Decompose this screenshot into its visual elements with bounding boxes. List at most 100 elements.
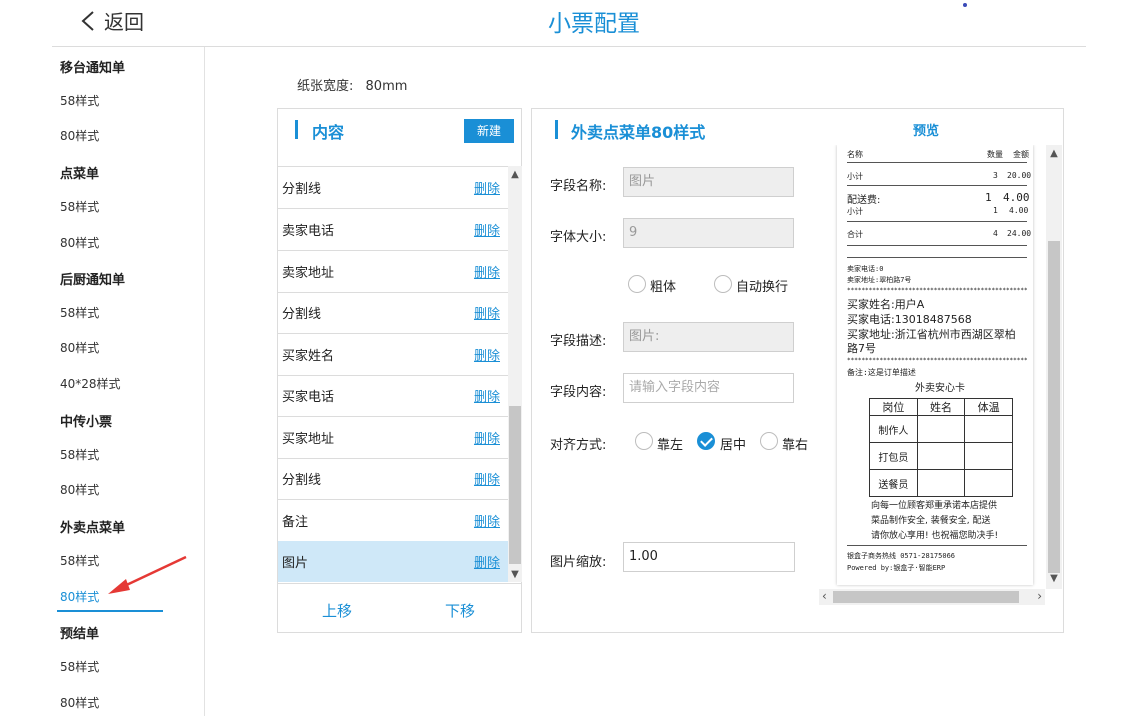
desc-input[interactable]: 图片:: [623, 322, 794, 352]
receipt-hotline: 银盒子商务热线 0571-28175066: [847, 552, 956, 560]
list-item[interactable]: 卖家电话 删除: [278, 209, 508, 251]
scroll-thumb[interactable]: [1048, 241, 1060, 573]
sidebar-item-order-58[interactable]: 58样式: [60, 198, 99, 215]
list-item[interactable]: 分割线 删除: [278, 458, 508, 500]
delete-link[interactable]: 删除: [474, 303, 500, 322]
sidebar-item-prebill-58[interactable]: 58样式: [60, 658, 99, 675]
receipt-col-name: 名称: [847, 150, 863, 159]
paper-width-value[interactable]: 80mm: [366, 79, 408, 94]
receipt-card-table: 岗位 姓名 体温 制作人 打包员 送餐员: [869, 398, 1013, 497]
list-item-selected[interactable]: 图片 删除: [278, 541, 508, 582]
sidebar-group-relay[interactable]: 中传小票: [60, 411, 112, 430]
sidebar-item-takeout-58[interactable]: 58样式: [60, 552, 99, 569]
move-down-button[interactable]: 下移: [445, 600, 475, 621]
align-left-radio[interactable]: [635, 432, 653, 450]
receipt-star-divider: ****************************************…: [847, 287, 1027, 294]
sidebar-active-underline: [57, 610, 163, 612]
header-divider: [52, 46, 1086, 47]
desc-label: 字段描述:: [550, 334, 607, 349]
field-name-input[interactable]: 图片: [623, 167, 794, 197]
item-name: 买家电话: [282, 390, 335, 405]
list-item[interactable]: 备注 删除: [278, 500, 508, 542]
sidebar-item-kitchen-40x28[interactable]: 40*28样式: [60, 375, 121, 392]
new-button[interactable]: 新建: [464, 119, 514, 143]
sidebar-group-prebill[interactable]: 预结单: [60, 623, 99, 642]
scroll-thumb[interactable]: [509, 406, 521, 564]
bold-checkbox[interactable]: [628, 275, 646, 293]
item-name: 图片: [282, 556, 309, 571]
font-size-input[interactable]: 9: [623, 218, 794, 248]
item-name: 分割线: [282, 307, 322, 322]
receipt-col-amount: 金额: [1013, 150, 1029, 159]
list-item[interactable]: 买家地址 删除: [278, 417, 508, 459]
receipt-delivery-label: 配送费:: [847, 195, 881, 206]
scale-input[interactable]: 1.00: [623, 542, 795, 572]
receipt-divider: [847, 185, 1027, 186]
card-header-cell: 岗位: [869, 398, 918, 416]
list-item[interactable]: 卖家地址 删除: [278, 251, 508, 293]
content-label: 字段内容:: [550, 385, 607, 400]
receipt-card-text-1: 向每一位顾客郑重承诺本店提供: [871, 501, 998, 511]
card-header-cell: 体温: [964, 398, 1013, 416]
scroll-down-icon[interactable]: ▼: [1046, 573, 1062, 587]
scroll-down-icon[interactable]: ▼: [508, 568, 522, 582]
receipt-buyer-addr-2: 路7号: [847, 342, 876, 355]
paper-width: 纸张宽度: 80mm: [297, 75, 407, 94]
item-name: 分割线: [282, 473, 322, 488]
content-input[interactable]: 请输入字段内容: [623, 373, 794, 403]
delete-link[interactable]: 删除: [474, 428, 500, 447]
delete-link[interactable]: 删除: [474, 220, 500, 239]
preview-title: 预览: [913, 124, 940, 139]
sidebar-item-kitchen-80[interactable]: 80样式: [60, 339, 99, 356]
align-right-radio[interactable]: [760, 432, 778, 450]
align-center-radio[interactable]: [697, 432, 715, 450]
content-scrollbar[interactable]: ▲ ▼: [508, 166, 522, 582]
sidebar-item-prebill-80[interactable]: 80样式: [60, 694, 99, 711]
preview-horizontal-scrollbar[interactable]: ‹ ›: [819, 589, 1045, 605]
move-up-button[interactable]: 上移: [322, 600, 352, 621]
move-buttons: 上移 下移: [278, 583, 521, 633]
receipt-subtotal-amount: 20.00: [1007, 171, 1032, 180]
card-cell: [916, 415, 966, 443]
sidebar-group-kitchen[interactable]: 后厨通知单: [60, 269, 125, 288]
sidebar-group-order[interactable]: 点菜单: [60, 163, 99, 182]
list-item[interactable]: 分割线 删除: [278, 292, 508, 334]
scroll-thumb[interactable]: [833, 591, 1019, 603]
sidebar-item-relay-58[interactable]: 58样式: [60, 446, 99, 463]
delete-link[interactable]: 删除: [474, 262, 500, 281]
list-item[interactable]: 买家电话 删除: [278, 375, 508, 417]
sidebar-item-kitchen-58[interactable]: 58样式: [60, 304, 99, 321]
sidebar-item-takeout-80[interactable]: 80样式: [60, 588, 99, 605]
sidebar-item-move-80[interactable]: 80样式: [60, 127, 99, 144]
sidebar-item-order-80[interactable]: 80样式: [60, 234, 99, 251]
content-header: 内容 新建: [278, 109, 521, 167]
sidebar-group-move-notice[interactable]: 移台通知单: [60, 57, 125, 76]
scroll-right-icon[interactable]: ›: [1037, 589, 1042, 603]
content-list: 分割线 删除 卖家电话 删除 卖家地址 删除 分割线 删除 买家姓名 删除 买家电话 删除 …: [278, 166, 508, 582]
delete-link[interactable]: 删除: [474, 386, 500, 405]
receipt-total-label: 合计: [847, 230, 863, 239]
scroll-left-icon[interactable]: ‹: [822, 589, 827, 603]
delete-link[interactable]: 删除: [474, 511, 500, 530]
receipt-buyer-phone: 买家电话:13018487568: [847, 313, 972, 326]
scroll-up-icon[interactable]: ▲: [1046, 148, 1062, 162]
content-title: 内容: [312, 123, 345, 142]
delete-link[interactable]: 删除: [474, 178, 500, 197]
delete-link[interactable]: 删除: [474, 469, 500, 488]
receipt-star-divider: ****************************************…: [847, 357, 1027, 364]
list-item[interactable]: 分割线 删除: [278, 167, 508, 209]
receipt-seller-phone: 卖家电话:0: [847, 265, 884, 273]
scroll-up-icon[interactable]: ▲: [508, 168, 522, 182]
receipt-delivery-sub-label: 小计: [847, 207, 863, 216]
delete-link[interactable]: 删除: [474, 345, 500, 364]
sidebar-group-takeout[interactable]: 外卖点菜单: [60, 517, 125, 536]
card-cell: [916, 469, 966, 497]
preview-vertical-scrollbar[interactable]: ▲ ▼: [1046, 145, 1062, 589]
item-name: 买家姓名: [282, 349, 335, 364]
sidebar-item-move-58[interactable]: 58样式: [60, 92, 99, 109]
page-title: 小票配置: [548, 11, 640, 37]
wrap-checkbox[interactable]: [714, 275, 732, 293]
sidebar-item-relay-80[interactable]: 80样式: [60, 481, 99, 498]
list-item[interactable]: 买家姓名 删除: [278, 334, 508, 376]
delete-link[interactable]: 删除: [474, 552, 500, 571]
